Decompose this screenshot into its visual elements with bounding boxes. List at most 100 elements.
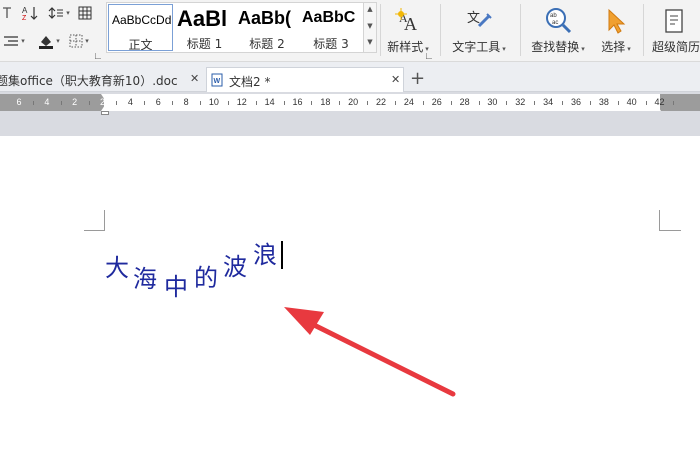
ruler-tick (645, 101, 647, 105)
crop-mark-top-right (659, 230, 681, 231)
ruler-number: 24 (403, 97, 414, 107)
ruler-area: 6 4 2 2 4 6 8 10 12 14 16 18 20 22 24 26 28 30 32 34 36 38 40 4… (0, 92, 700, 136)
ruler-number: 34 (543, 97, 554, 107)
ruler-tick (88, 101, 90, 105)
line-spacing-icon[interactable]: ▾ (48, 4, 70, 22)
super-resume-label: 超级简历 (652, 40, 700, 54)
svg-text:W: W (214, 78, 221, 85)
document-page[interactable]: 大 海 中 的 波 浪 (0, 136, 700, 461)
style-sample: AaBb( (238, 8, 291, 28)
ruler-number: 38 (598, 97, 609, 107)
svg-text:文: 文 (467, 10, 480, 25)
ruler-number: 4 (44, 97, 50, 107)
ruler-right-margin (660, 94, 700, 111)
ruler-number: 6 (155, 97, 161, 107)
ruler-tick (673, 101, 675, 105)
ruler-number: 4 (127, 97, 133, 107)
tab-label: 文档2 * (229, 75, 271, 89)
new-tab-plus-icon[interactable]: + (410, 68, 425, 89)
ruler-number: 6 (16, 97, 22, 107)
font-shrink-icon[interactable] (0, 4, 14, 22)
crop-mark-top-left (104, 210, 105, 230)
ruler-number: 40 (626, 97, 637, 107)
ruler-tick (589, 101, 591, 105)
right-indent-marker[interactable] (653, 105, 661, 111)
style-heading-2[interactable]: AaBb( 标题 2 (235, 4, 299, 51)
document-icon: W (211, 73, 223, 90)
ruler-number: 22 (376, 97, 387, 107)
find-replace-button[interactable]: ab ac 查找替换 ▾ (526, 4, 590, 56)
text-tools-label: 文字工具 (452, 40, 501, 54)
svg-text:Z: Z (22, 15, 27, 21)
wave-text-char: 中 (164, 273, 188, 301)
ruler-tick (311, 101, 313, 105)
ruler-number: 2 (72, 97, 78, 107)
first-line-indent-marker[interactable] (101, 94, 109, 100)
ruler-tick (255, 101, 257, 105)
style-sample: AaBbC (302, 9, 356, 26)
ruler-number: 36 (570, 97, 582, 107)
resume-icon (648, 4, 700, 34)
close-icon[interactable]: ✕ (190, 72, 199, 85)
style-normal[interactable]: AaBbCcDd 正文 (108, 4, 173, 51)
style-name: 标题 1 (186, 37, 223, 51)
ruler-tick (200, 101, 202, 105)
svg-text:A: A (22, 6, 28, 15)
new-style-button[interactable]: AA 新样式 ▾ (382, 4, 434, 56)
gallery-scrollbar[interactable]: ▲ ▼ ▼ (363, 3, 376, 52)
ruler-number: 8 (183, 97, 189, 107)
ruler-tick (172, 101, 174, 105)
select-cursor-icon (594, 4, 638, 34)
left-indent-marker[interactable] (101, 111, 109, 115)
ruler-tick (367, 101, 369, 105)
super-resume-button[interactable]: 超级简历 (648, 4, 700, 56)
close-icon[interactable]: ✕ (391, 73, 400, 86)
style-dialog-icon[interactable] (425, 52, 433, 60)
style-heading-1[interactable]: AaBl 标题 1 (174, 4, 235, 51)
ruler-tick (562, 101, 564, 105)
ruler-number: 28 (459, 97, 470, 107)
tab-doc-2[interactable]: W 文档2 * ✕ (206, 67, 404, 92)
text-tools-button[interactable]: 文 文字工具 ▾ (446, 4, 512, 56)
select-button[interactable]: 选择 ▾ (594, 4, 638, 56)
style-heading-3[interactable]: AaBbC 标题 3 (299, 4, 363, 51)
sort-icon[interactable]: AZ (20, 4, 40, 22)
borders-icon[interactable]: ▾ (66, 32, 92, 50)
new-style-label: 新样式 (387, 40, 424, 54)
style-name: 正文 (128, 38, 153, 51)
ruler-tick (32, 101, 34, 105)
wave-text-char: 海 (133, 265, 157, 293)
outline-level-icon[interactable]: ▾ (0, 32, 28, 50)
ruler-tick (394, 101, 396, 105)
wave-text-char: 波 (223, 253, 247, 281)
tab-doc-office[interactable]: 题集office（职大教育新10）.doc ✕ (0, 67, 204, 92)
ruler-tick (60, 101, 62, 105)
text-cursor (281, 241, 283, 269)
separator (380, 4, 381, 56)
paragraph-dialog-icon[interactable] (94, 52, 102, 60)
ruler-number: 18 (320, 97, 331, 107)
find-replace-label: 查找替换 (531, 40, 580, 54)
select-label: 选择 (601, 40, 626, 54)
ruler-tick (450, 101, 452, 105)
ruler-number: 26 (431, 97, 442, 107)
tab-label: 题集office（职大教育新10）.doc (0, 74, 178, 88)
scroll-down-icon[interactable]: ▼ (364, 22, 376, 30)
new-style-icon: AA (382, 4, 434, 34)
separator (440, 4, 441, 56)
gallery-expand-icon[interactable]: ▼ (364, 38, 376, 46)
wave-text-char: 的 (194, 264, 218, 292)
crop-mark-top-left (84, 230, 105, 231)
find-replace-icon: ab ac (526, 4, 590, 34)
scroll-up-icon[interactable]: ▲ (364, 5, 376, 13)
style-name: 标题 2 (249, 37, 285, 51)
style-sample: AaBl (177, 6, 228, 31)
ruler-tick (617, 101, 619, 105)
shading-color-icon[interactable]: ▾ (36, 32, 62, 50)
crop-mark-top-right (659, 210, 660, 230)
table-icon[interactable] (76, 4, 94, 22)
wave-text-char: 浪 (253, 241, 277, 269)
ruler-number: 32 (515, 97, 526, 107)
ruler-number: 12 (236, 97, 247, 107)
ribbon-toolbar: AZ ▾ ▾ ▾ ▾ AaBbCcDd 正文 AaBl 标题 1 AaBb( 标… (0, 0, 700, 62)
